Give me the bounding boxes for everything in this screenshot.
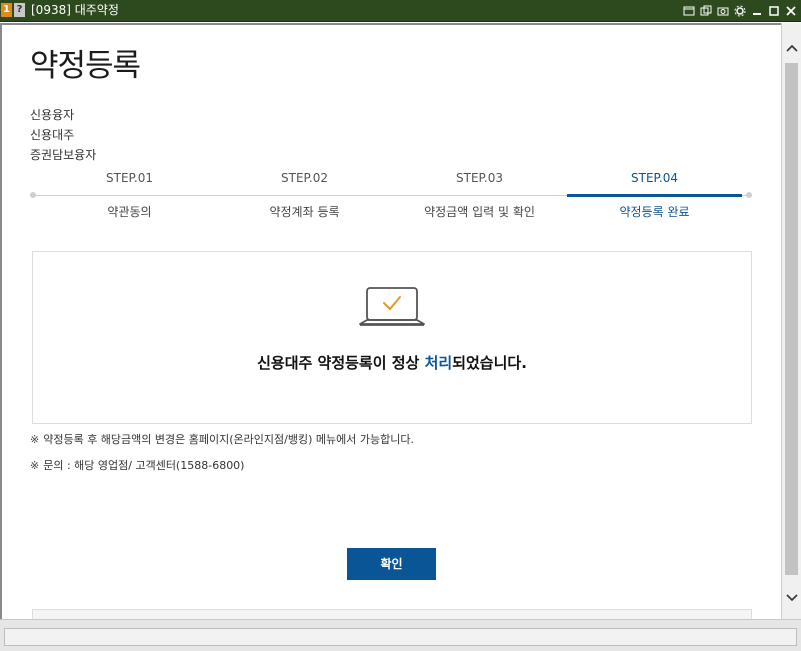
step-label: 약관동의: [107, 205, 152, 219]
vertical-scrollbar[interactable]: [781, 23, 801, 619]
step-number: STEP.02: [281, 171, 328, 185]
product-item: 증권담보융자: [30, 148, 97, 162]
confirm-button[interactable]: 확인: [347, 548, 436, 580]
product-list: 신용융자 신용대주 증권담보융자: [30, 105, 96, 165]
result-panel: 신용대주 약정등록이 정상 처리되었습니다.: [32, 251, 752, 424]
product-item: 신용대주: [30, 128, 75, 142]
step-label: 약정계좌 등록: [269, 205, 340, 219]
step-number: STEP.01: [106, 171, 153, 185]
notice-item: ※ 약정등록 후 해당금액의 변경은 홈페이지(온라인지점/뱅킹) 메뉴에서 가…: [30, 432, 414, 447]
gear-icon[interactable]: [733, 4, 746, 17]
step-rail-start-dot: [30, 192, 36, 198]
step-number: STEP.03: [456, 171, 503, 185]
result-message-prefix: 신용대주 약정등록이 정상: [257, 354, 425, 372]
scroll-down-icon[interactable]: [782, 589, 801, 607]
notice-item: ※ 문의 : 해당 영업점/ 고객센터(1588-6800): [30, 458, 414, 473]
footer-panel: [32, 609, 752, 619]
step-rail-end-dot: [746, 192, 752, 198]
close-icon[interactable]: [784, 4, 797, 17]
result-message-highlight: 처리: [424, 354, 453, 372]
scroll-up-icon[interactable]: [782, 39, 801, 57]
window-number-badge[interactable]: 1: [1, 3, 12, 17]
help-icon[interactable]: ?: [14, 3, 25, 17]
step-label: 약정등록 완료: [619, 205, 690, 219]
status-field: [4, 628, 797, 646]
result-message-suffix: 되었습니다.: [452, 354, 527, 372]
step-3: STEP.03 약정금액 입력 및 확인: [392, 169, 567, 221]
step-label: 약정금액 입력 및 확인: [424, 205, 535, 219]
copy-icon[interactable]: [699, 4, 712, 17]
window-controls: [682, 3, 797, 18]
step-2: STEP.02 약정계좌 등록: [217, 169, 392, 221]
laptop-check-icon: [359, 286, 425, 334]
note-mark: ※: [30, 432, 40, 446]
product-item: 신용융자: [30, 108, 75, 122]
page-title: 약정등록: [30, 48, 141, 84]
title-bar: 1 ? [0938] 대주약정: [0, 0, 801, 22]
result-message: 신용대주 약정등록이 정상 처리되었습니다.: [33, 352, 751, 373]
maximize-icon[interactable]: [767, 4, 780, 17]
step-number: STEP.04: [631, 171, 678, 185]
content-frame: 약정등록 신용융자 신용대주 증권담보융자 STEP.01 약관동의 STEP.…: [0, 23, 781, 619]
step-4: STEP.04 약정등록 완료: [567, 169, 742, 221]
notice-list: ※ 약정등록 후 해당금액의 변경은 홈페이지(온라인지점/뱅킹) 메뉴에서 가…: [30, 432, 414, 484]
scrollbar-thumb[interactable]: [785, 63, 798, 575]
note-mark: ※: [30, 458, 40, 472]
notice-text: 문의 : 해당 영업점/ 고객센터(1588-6800): [43, 459, 245, 472]
status-bar: [0, 619, 801, 651]
notice-text: 약정등록 후 해당금액의 변경은 홈페이지(온라인지점/뱅킹) 메뉴에서 가능합…: [43, 433, 414, 446]
step-indicator: STEP.01 약관동의 STEP.02 약정계좌 등록 STEP.03 약정금…: [30, 169, 752, 227]
camera-icon[interactable]: [716, 4, 729, 17]
step-1: STEP.01 약관동의: [42, 169, 217, 221]
minimize-icon[interactable]: [750, 4, 763, 17]
window-title: [0938] 대주약정: [31, 3, 119, 17]
window-icon[interactable]: [682, 4, 695, 17]
